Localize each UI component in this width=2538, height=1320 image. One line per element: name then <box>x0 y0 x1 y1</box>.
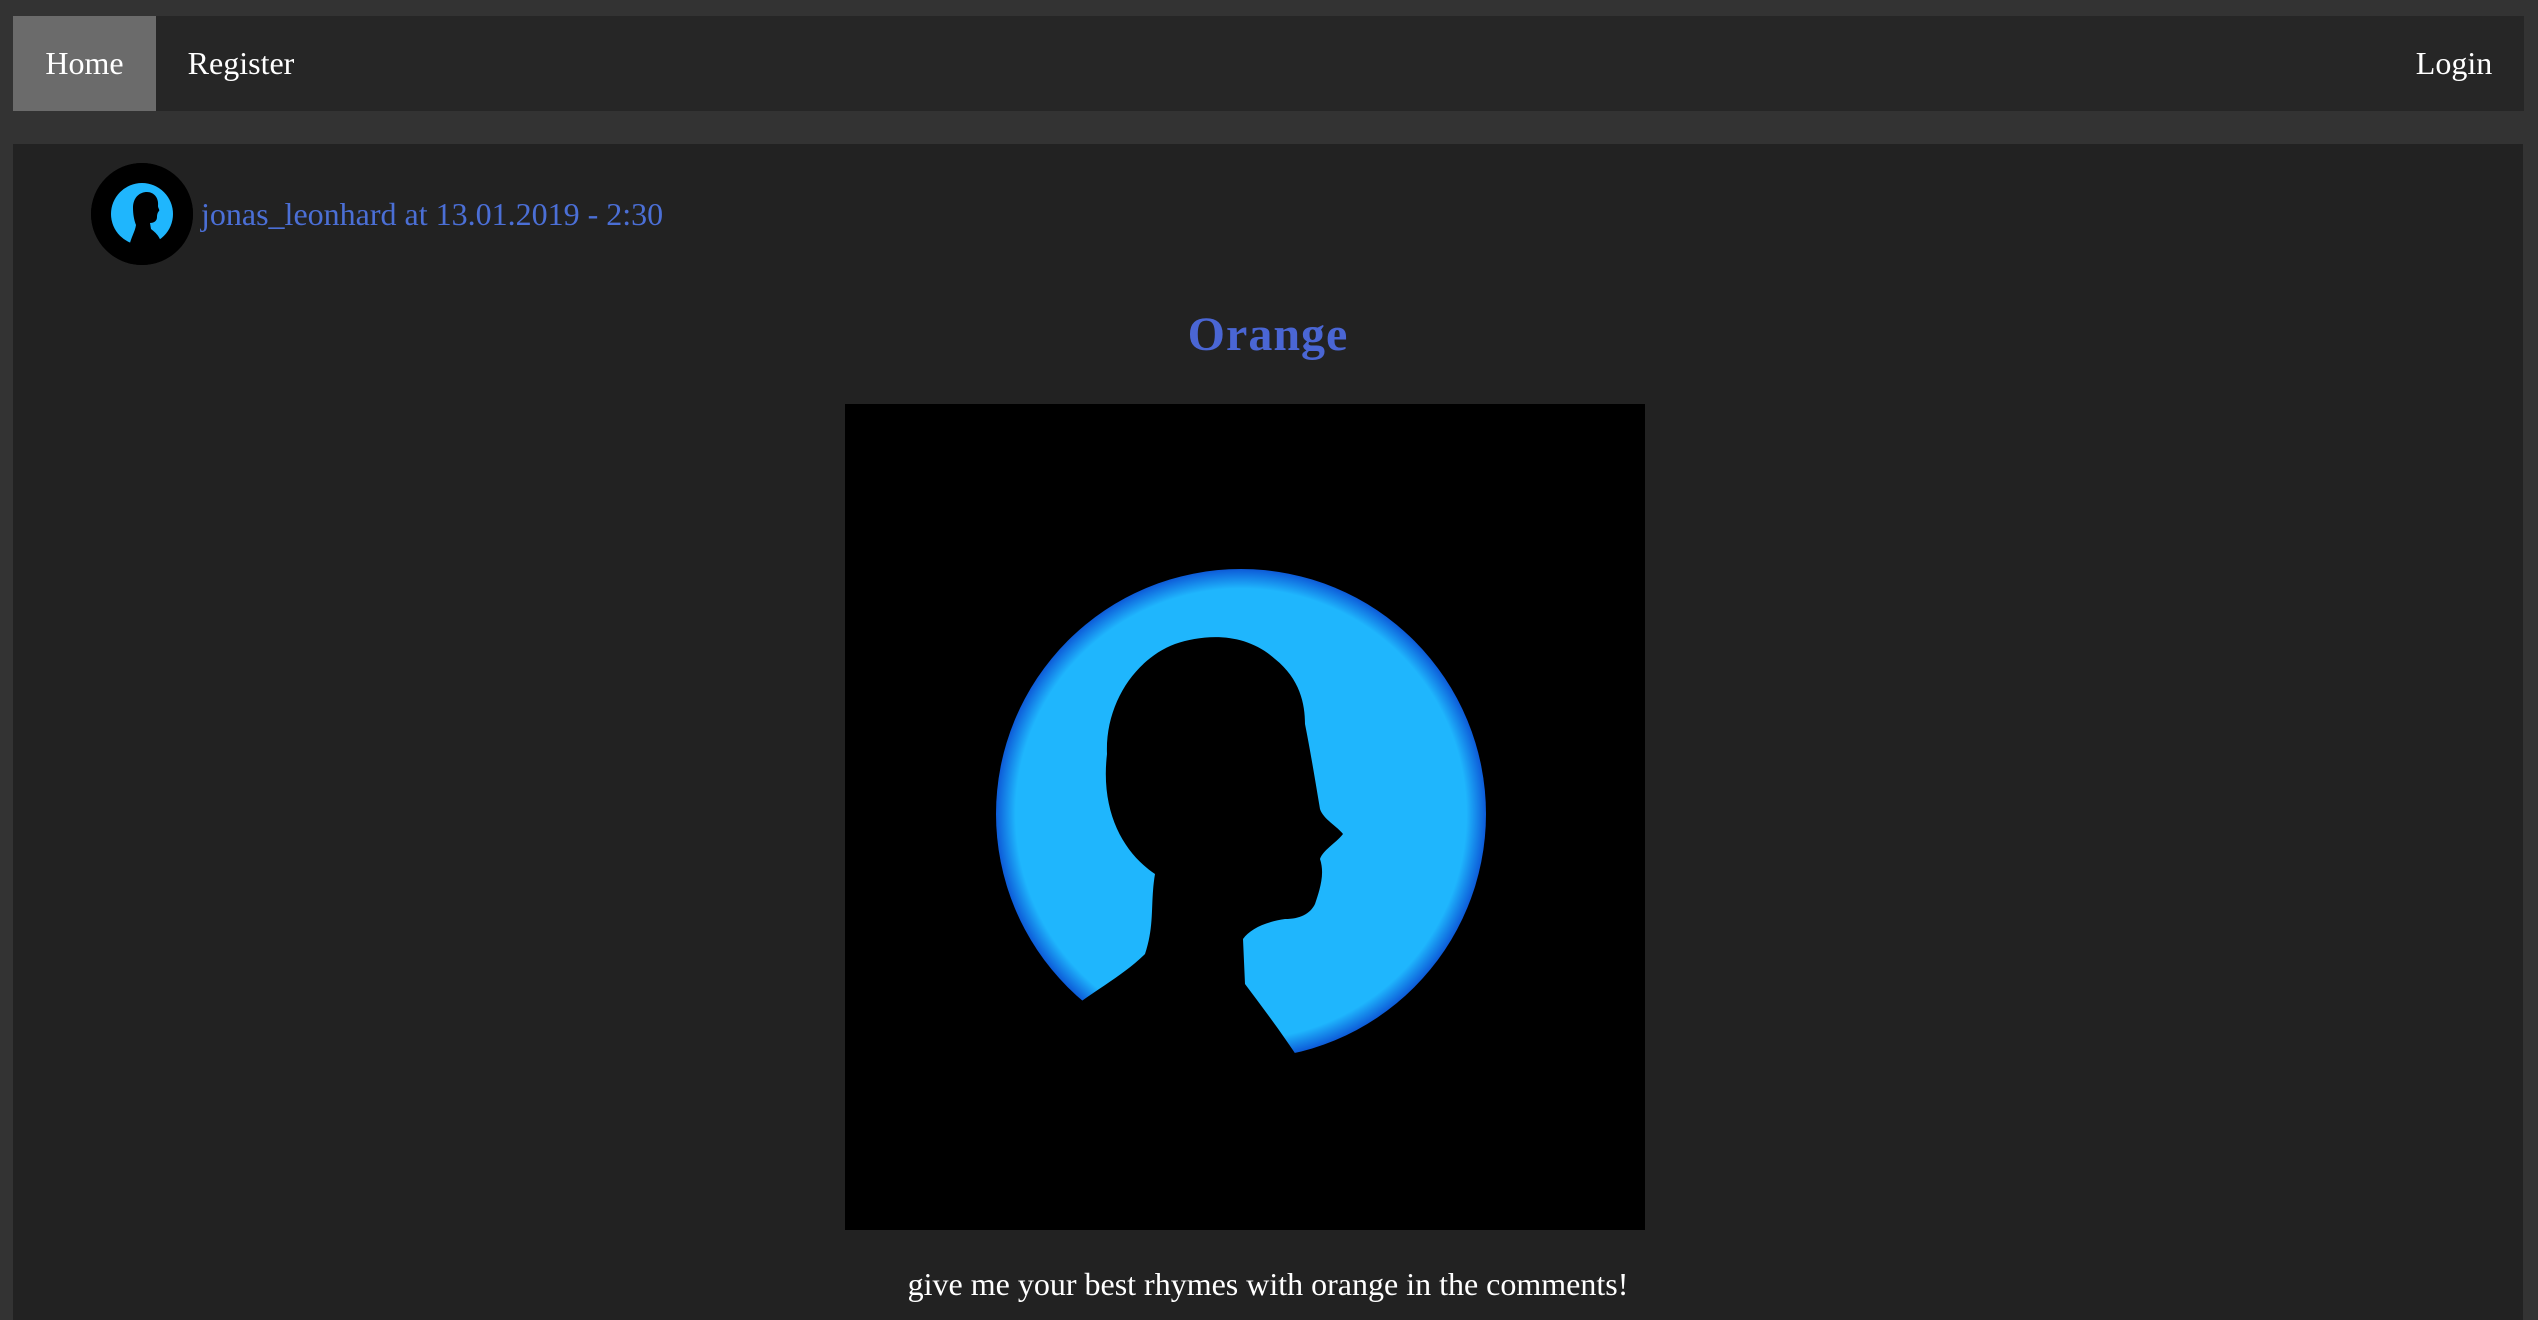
nav-login-link[interactable]: Login <box>2384 16 2524 111</box>
author-avatar[interactable] <box>91 163 193 265</box>
post-body-text: give me your best rhymes with orange in … <box>907 1266 1629 1302</box>
post-header: jonas_leonhard at 13.01.2019 - 2:30 <box>91 163 663 265</box>
silhouette-avatar-icon <box>91 163 193 265</box>
nav-register-link[interactable]: Register <box>156 16 326 111</box>
nav-home-link[interactable]: Home <box>13 16 156 111</box>
post-title: Orange <box>1187 308 1349 361</box>
top-navbar: Home Register Login <box>13 16 2524 111</box>
post-image <box>845 404 1645 1230</box>
post-card: jonas_leonhard at 13.01.2019 - 2:30 Oran… <box>13 144 2523 1320</box>
post-author-timestamp[interactable]: jonas_leonhard at 13.01.2019 - 2:30 <box>201 196 663 233</box>
